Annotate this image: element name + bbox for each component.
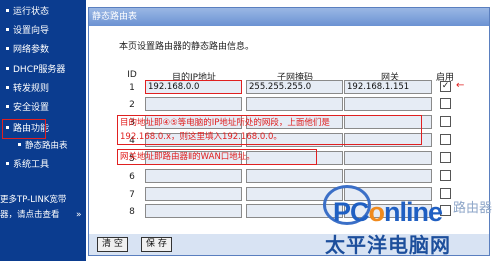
bullet-icon (6, 67, 9, 70)
enable-checkbox[interactable] (440, 170, 451, 181)
panel-description: 本页设置路由器的静态路由信息。 (119, 42, 255, 52)
sidebar-item-label: 静态路由表 (25, 141, 68, 151)
watermark-right-text: 路由器 (453, 201, 493, 216)
sidebar-item-label: DHCP服务器 (13, 65, 66, 75)
dest-ip-input[interactable] (145, 97, 242, 111)
dest-ip-input[interactable] (145, 204, 242, 218)
bullet-icon (18, 143, 21, 146)
sidebar-item-static-route[interactable]: 静态路由表 (0, 137, 86, 155)
row-id: 7 (129, 190, 135, 200)
annotation-dest-line2: 192.168.0.x，则这里填入192.168.0.0。 (120, 132, 282, 142)
bullet-icon (6, 9, 9, 12)
bullet-icon (6, 105, 9, 108)
dest-ip-input[interactable] (145, 169, 242, 183)
brand-rest: nline (384, 197, 443, 227)
sidebar-item-system-tools[interactable]: 系统工具 (0, 156, 86, 174)
sidebar-item-security[interactable]: 安全设置 (0, 99, 86, 117)
bullet-icon (6, 162, 9, 165)
sidebar-item-dhcp[interactable]: DHCP服务器 (0, 61, 86, 79)
save-button[interactable]: 保 存 (141, 237, 172, 252)
double-arrow-icon[interactable]: » (76, 210, 82, 220)
sidebar-item-status[interactable]: 运行状态 (0, 3, 86, 21)
sidebar-item-label: 转发规则 (13, 84, 50, 94)
enable-checkbox[interactable] (440, 152, 451, 163)
dest-ip-input[interactable]: 192.168.0.0 (145, 80, 242, 94)
enable-checkbox[interactable] (440, 116, 451, 127)
sidebar-item-label: 系统工具 (13, 160, 50, 170)
sidebar-item-label: 运行状态 (13, 7, 50, 17)
row-id: 1 (129, 83, 135, 93)
current-item-highlight (2, 119, 46, 139)
promo-text-line2[interactable]: 器，请点击查看 (0, 208, 86, 223)
gateway-input[interactable] (344, 169, 432, 183)
bullet-icon (6, 86, 9, 89)
sidebar-item-label: 网络参数 (13, 45, 50, 55)
brand-o: o (368, 197, 385, 227)
clear-button[interactable]: 清 空 (97, 237, 128, 252)
row-id: 2 (129, 100, 135, 110)
sidebar-item-label: 安全设置 (13, 103, 50, 113)
sidebar-item-forwarding[interactable]: 转发规则 (0, 80, 86, 98)
sidebar-item-network[interactable]: 网络参数 (0, 41, 86, 59)
mask-input[interactable] (246, 97, 343, 111)
enable-checkbox[interactable] (440, 98, 451, 109)
dest-ip-input[interactable] (145, 187, 242, 201)
enable-checkbox[interactable]: ✓ (440, 81, 451, 92)
gateway-input[interactable] (344, 151, 432, 165)
annotation-dest-line1: 目的地址即④⑤等电脑的IP地址所处的网段，上面他们是 (120, 118, 330, 128)
sidebar-item-wizard[interactable]: 设置向导 (0, 22, 86, 40)
pconline-watermark: PConline 路由器 太平洋电脑网 (323, 183, 496, 261)
brand-pc: PC (333, 197, 370, 227)
watermark-site-name: 太平洋电脑网 (325, 233, 451, 257)
annotation-gateway: 网关地址即路由器Ⅱ的WAN口地址。 (120, 152, 255, 162)
panel-title: 静态路由表 (89, 8, 489, 26)
left-arrow-icon: ← (456, 80, 465, 91)
sidebar-nav: 运行状态 设置向导 网络参数 DHCP服务器 转发规则 安全设置 路由功能 静态… (0, 0, 86, 261)
bullet-icon (6, 28, 9, 31)
mask-input[interactable]: 255.255.255.0 (246, 80, 343, 94)
promo-text-line1[interactable]: 更多TP-LINK宽带 (0, 193, 86, 208)
row-id: 8 (129, 207, 135, 217)
column-header-id: ID (127, 70, 137, 80)
watermark-brand: PConline (333, 197, 443, 228)
mask-input[interactable] (246, 169, 343, 183)
sidebar-item-label: 设置向导 (13, 26, 50, 36)
row-id: 6 (129, 172, 135, 182)
enable-checkbox[interactable] (440, 134, 451, 145)
gateway-input[interactable]: 192.168.1.151 (344, 80, 432, 94)
gateway-input[interactable] (344, 97, 432, 111)
bullet-icon (6, 47, 9, 50)
